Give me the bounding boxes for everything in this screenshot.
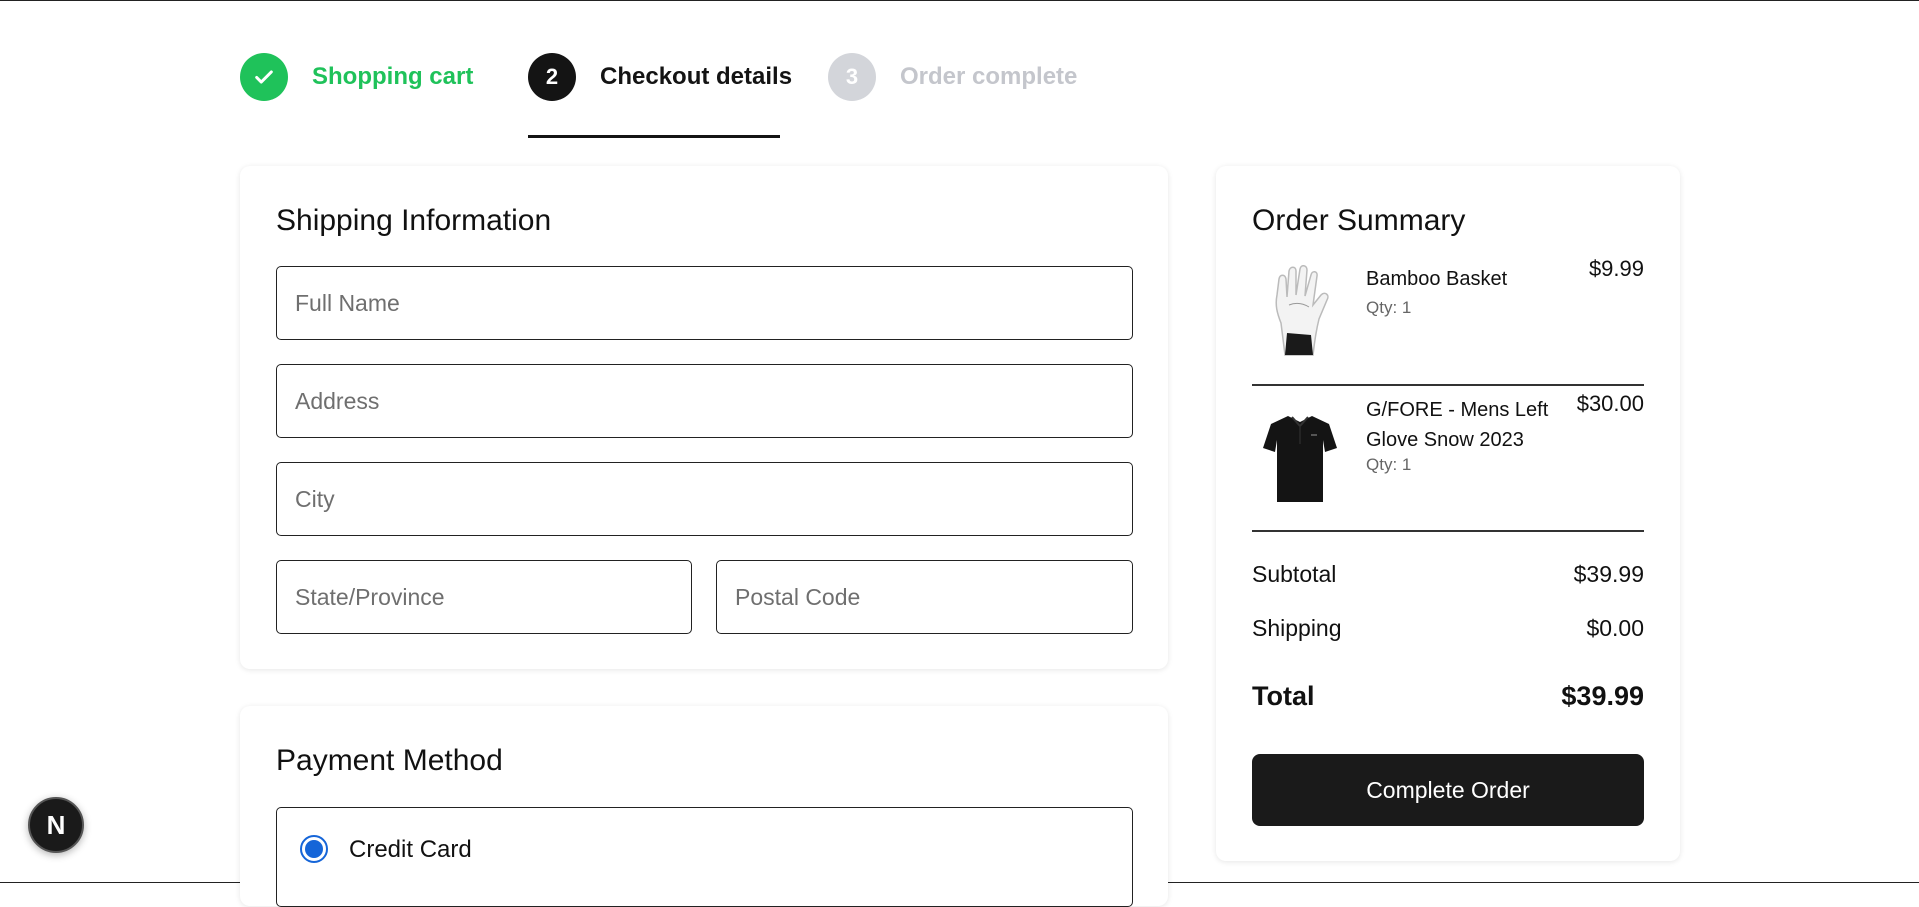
item-quantity: Qty: 1: [1366, 298, 1412, 317]
step-label: Shopping cart: [312, 63, 474, 90]
step-completed-circle: [240, 53, 288, 101]
address-input[interactable]: [277, 365, 1132, 437]
total-label: Total: [1252, 681, 1315, 711]
item-quantity: Qty: 1: [1366, 455, 1412, 474]
address-field[interactable]: [276, 364, 1133, 438]
item-price: $30.00: [1576, 391, 1644, 416]
state-province-input[interactable]: [277, 561, 691, 633]
subtotal-value: $39.99: [1573, 561, 1644, 587]
item-divider: [1252, 384, 1644, 386]
subtotal-label: Subtotal: [1252, 561, 1337, 587]
step-label: Order complete: [900, 63, 1078, 90]
item-name: G/FORE - Mens Left Glove Snow 2023: [1366, 399, 1549, 451]
credit-card-radio[interactable]: [300, 835, 328, 863]
step-order-complete: 3 Order complete: [828, 53, 1077, 101]
shipping-title: Shipping Information: [276, 204, 552, 237]
step-number: 3: [828, 53, 876, 101]
step-shopping-cart[interactable]: Shopping cart: [240, 53, 473, 101]
product-thumbnail: [1252, 409, 1347, 507]
full-name-field[interactable]: [276, 266, 1133, 340]
total-value: $39.99: [1561, 681, 1644, 711]
shipping-value: $0.00: [1586, 615, 1644, 641]
city-field[interactable]: [276, 462, 1133, 536]
step-checkout-details[interactable]: 2 Checkout details: [528, 53, 792, 101]
complete-order-button[interactable]: Complete Order: [1252, 754, 1644, 826]
item-name: Bamboo Basket: [1366, 268, 1508, 290]
postal-code-field[interactable]: [716, 560, 1133, 634]
city-input[interactable]: [277, 463, 1132, 535]
order-item: Bamboo Basket Qty: 1 $9.99: [1252, 256, 1644, 384]
shipping-information-card: Shipping Information: [240, 166, 1168, 669]
state-province-field[interactable]: [276, 560, 692, 634]
payment-option-credit-card[interactable]: Credit Card: [276, 807, 1133, 907]
golf-glove-icon: [1274, 265, 1329, 356]
radio-selected-dot: [305, 840, 323, 858]
nextjs-logo-icon: N: [46, 809, 66, 840]
order-summary-card: Order Summary Bamboo Basket Qty: 1 $9.99…: [1216, 166, 1680, 861]
subtotal-row: Subtotal $39.99: [1252, 561, 1644, 588]
item-price: $9.99: [1588, 256, 1644, 281]
product-thumbnail: [1252, 264, 1347, 362]
step-number: 2: [528, 53, 576, 101]
item-divider: [1252, 530, 1644, 532]
step-label: Checkout details: [600, 63, 793, 90]
polo-shirt-icon: [1262, 416, 1337, 502]
payment-title: Payment Method: [276, 744, 503, 777]
postal-code-input[interactable]: [717, 561, 1132, 633]
total-row: Total $39.99: [1252, 681, 1644, 712]
full-name-input[interactable]: [277, 267, 1132, 339]
shipping-label: Shipping: [1252, 615, 1342, 641]
check-icon: [255, 70, 273, 84]
order-summary-title: Order Summary: [1252, 204, 1466, 237]
nextjs-dev-badge[interactable]: N: [28, 797, 84, 853]
active-step-underline: [528, 135, 780, 138]
order-item: G/FORE - Mens Left Glove Snow 2023 Qty: …: [1252, 391, 1644, 529]
payment-option-label: Credit Card: [349, 836, 472, 863]
shipping-row: Shipping $0.00: [1252, 615, 1644, 642]
payment-method-card: Payment Method Credit Card: [240, 706, 1168, 907]
